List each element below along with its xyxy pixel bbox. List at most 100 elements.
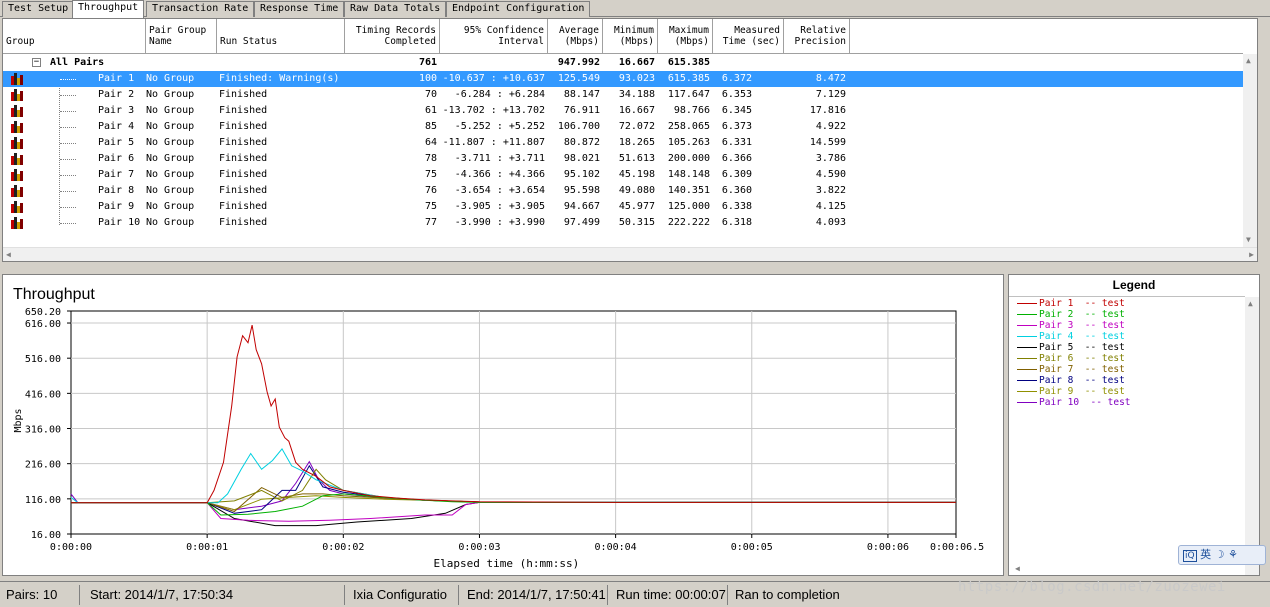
legend-label: Pair 1 -- test [1039, 298, 1125, 309]
tab-transaction-rate[interactable]: Transaction Rate [146, 1, 255, 17]
tab-response-time[interactable]: Response Time [254, 1, 345, 17]
pair-chart-icon [11, 201, 23, 213]
legend-item[interactable]: Pair 2 -- test [1017, 309, 1125, 320]
tab-raw-data-totals[interactable]: Raw Data Totals [344, 1, 447, 17]
col-confidence-interval[interactable]: 95% Confidence Interval [440, 19, 548, 54]
col-measured-time[interactable]: Measured Time (sec) [713, 19, 784, 54]
legend-label: Pair 8 -- test [1039, 375, 1125, 386]
summary-maximum: 615.385 [667, 57, 710, 68]
pair-row[interactable]: Pair 3 No Group Finished 61 -13.702 : +13.70… [3, 103, 1243, 119]
col-maximum[interactable]: Maximum (Mbps) [658, 19, 713, 54]
scroll-right-icon[interactable]: ▶ [1249, 250, 1254, 260]
tree-branch [60, 127, 76, 128]
tree-branch [60, 207, 76, 208]
grid-header: Group Pair Group Name Run Status Timing … [3, 19, 1243, 54]
tab-bar: Test Setup Throughput Transaction Rate R… [0, 0, 1270, 18]
scroll-left-icon[interactable]: ◀ [6, 250, 11, 260]
cell-relative-precision: 3.822 [815, 185, 846, 196]
legend-item[interactable]: Pair 5 -- test [1017, 342, 1125, 353]
cell-measured-time: 6.372 [721, 73, 752, 84]
cell-measured-time: 6.360 [721, 185, 752, 196]
cell-relative-precision: 17.816 [809, 105, 846, 116]
cell-records: 70 [424, 89, 437, 100]
legend-item[interactable]: Pair 7 -- test [1017, 364, 1125, 375]
cell-run-status: Finished [219, 185, 268, 196]
cell-maximum: 125.000 [667, 201, 710, 212]
col-pair-group-name[interactable]: Pair Group Name [146, 19, 217, 54]
grid-vertical-scrollbar[interactable]: ▲ ▼ [1243, 54, 1257, 247]
cell-minimum: 45.198 [618, 169, 655, 180]
summary-row[interactable]: − All Pairs 761 947.992 16.667 615.385 [3, 55, 1243, 71]
cell-confidence: -13.702 : +13.702 [442, 105, 545, 116]
cell-maximum: 140.351 [667, 185, 710, 196]
legend-item[interactable]: Pair 6 -- test [1017, 353, 1125, 364]
cell-pair-group: No Group [146, 105, 195, 116]
pair-row[interactable]: Pair 10 No Group Finished 77 -3.990 : +3.990… [3, 215, 1243, 231]
legend-scroll-left-icon[interactable]: ◀ [1015, 564, 1020, 574]
cell-relative-precision: 7.129 [815, 89, 846, 100]
cell-measured-time: 6.318 [721, 217, 752, 228]
pair-chart-icon [11, 105, 23, 117]
tree-branch [60, 223, 76, 224]
cell-pair-group: No Group [146, 121, 195, 132]
legend-item[interactable]: Pair 3 -- test [1017, 320, 1125, 331]
cell-pair-group: No Group [146, 89, 195, 100]
pair-row[interactable]: Pair 6 No Group Finished 78 -3.711 : +3.711 9… [3, 151, 1243, 167]
legend-item[interactable]: Pair 4 -- test [1017, 331, 1125, 342]
pair-row[interactable]: Pair 1 No Group Finished: Warning(s) 100 -10… [3, 71, 1243, 87]
pair-row[interactable]: Pair 9 No Group Finished 75 -3.905 : +3.905 9… [3, 199, 1243, 215]
cell-pair-group: No Group [146, 169, 195, 180]
legend-label: Pair 2 -- test [1039, 309, 1125, 320]
cell-maximum: 98.766 [673, 105, 710, 116]
scroll-up-icon[interactable]: ▲ [1246, 56, 1251, 66]
tab-endpoint-configuration[interactable]: Endpoint Configuration [446, 1, 591, 17]
cell-confidence: -3.990 : +3.990 [454, 217, 545, 228]
ime-controls[interactable]: 英 ☽ ⚘ [1200, 548, 1238, 561]
col-run-status[interactable]: Run Status [217, 19, 345, 54]
grid-horizontal-scrollbar[interactable]: ◀ ▶ [3, 247, 1257, 261]
legend-swatch [1017, 402, 1037, 403]
tab-test-setup[interactable]: Test Setup [2, 1, 75, 17]
cell-relative-precision: 14.599 [809, 137, 846, 148]
col-average[interactable]: Average (Mbps) [548, 19, 603, 54]
pair-row[interactable]: Pair 8 No Group Finished 76 -3.654 : +3.654 9… [3, 183, 1243, 199]
col-minimum[interactable]: Minimum (Mbps) [603, 19, 658, 54]
tree-branch [60, 111, 76, 112]
cell-maximum: 117.647 [667, 89, 710, 100]
collapse-icon[interactable]: − [32, 58, 41, 67]
x-tick-label: 0:00:05 [731, 542, 773, 553]
legend-item[interactable]: Pair 8 -- test [1017, 375, 1125, 386]
tab-throughput[interactable]: Throughput [72, 0, 145, 18]
col-relative-precision[interactable]: Relative Precision [784, 19, 850, 54]
cell-run-status: Finished [219, 169, 268, 180]
pair-row[interactable]: Pair 4 No Group Finished 85 -5.252 : +5.252 1… [3, 119, 1243, 135]
cell-average: 98.021 [563, 153, 600, 164]
cell-confidence: -3.905 : +3.905 [454, 201, 545, 212]
pair-chart-icon [11, 153, 23, 165]
pair-row[interactable]: Pair 2 No Group Finished 70 -6.284 : +6.284 8… [3, 87, 1243, 103]
pair-row[interactable]: Pair 7 No Group Finished 75 -4.366 : +4.366 9… [3, 167, 1243, 183]
legend-swatch [1017, 347, 1037, 348]
col-group[interactable]: Group [3, 19, 146, 54]
legend-scrollbar[interactable]: ▲ [1245, 297, 1259, 575]
cell-records: 75 [424, 169, 437, 180]
y-tick-label: 616.00 [25, 319, 61, 330]
legend-item[interactable]: Pair 1 -- test [1017, 298, 1125, 309]
col-timing-records[interactable]: Timing Records Completed [345, 19, 440, 54]
cell-confidence: -10.637 : +10.637 [442, 73, 545, 84]
cell-pair-group: No Group [146, 137, 195, 148]
tree-branch [60, 175, 76, 176]
pair-row[interactable]: Pair 5 No Group Finished 64 -11.807 : +11.80… [3, 135, 1243, 151]
cell-relative-precision: 8.472 [815, 73, 846, 84]
pair-chart-icon [11, 169, 23, 181]
cell-relative-precision: 4.590 [815, 169, 846, 180]
cell-pair-group: No Group [146, 153, 195, 164]
cell-records: 85 [424, 121, 437, 132]
scroll-down-icon[interactable]: ▼ [1246, 235, 1251, 245]
legend-item[interactable]: Pair 10 -- test [1017, 397, 1131, 408]
legend-scroll-up-icon[interactable]: ▲ [1248, 299, 1253, 309]
legend-item[interactable]: Pair 9 -- test [1017, 386, 1125, 397]
ime-toolbar[interactable]: iQ 英 ☽ ⚘ [1178, 545, 1266, 565]
ime-logo-icon[interactable]: iQ [1183, 550, 1197, 562]
legend-label: Pair 7 -- test [1039, 364, 1125, 375]
